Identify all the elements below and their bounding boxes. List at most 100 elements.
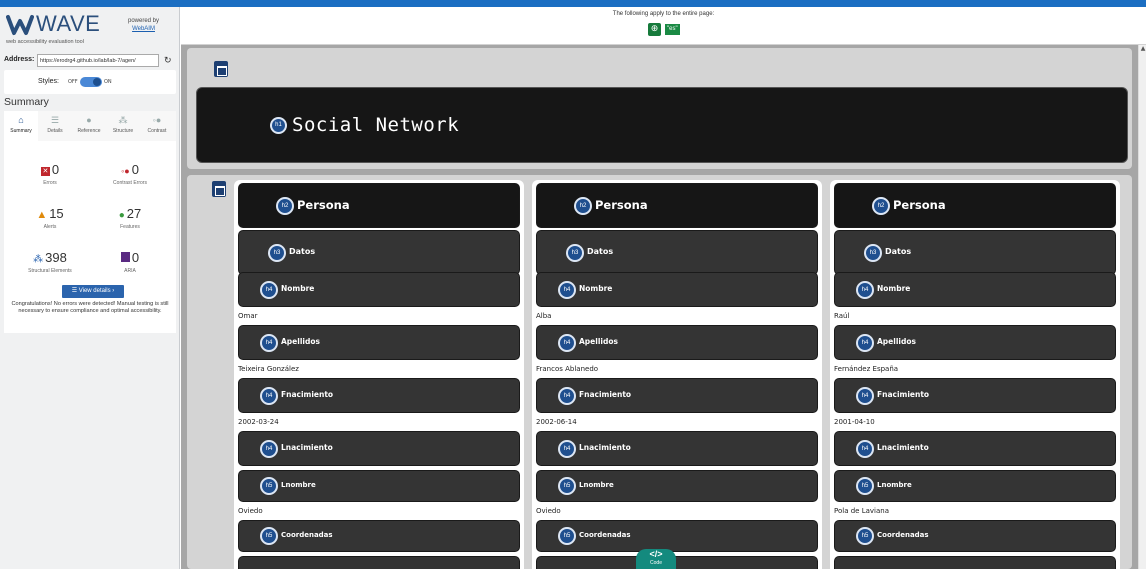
heading-next bbox=[834, 556, 1116, 569]
address-label: Address: bbox=[4, 56, 35, 63]
stat-structural[interactable]: ⁂ 398 Structural Elements bbox=[10, 249, 90, 274]
banner-text: The following apply to the entire page: bbox=[612, 11, 715, 17]
congrats-message: Congratulations! No errors were detected… bbox=[11, 301, 169, 314]
h4-icon[interactable]: h4 bbox=[558, 333, 576, 352]
code-toggle-button[interactable]: </> Code bbox=[636, 549, 676, 569]
h5-icon[interactable]: h5 bbox=[260, 477, 278, 495]
heading-persona: h2 Persona bbox=[834, 183, 1116, 228]
stat-alerts[interactable]: ▲ 15 Alerts bbox=[10, 205, 90, 230]
contrast-icon: ◦● bbox=[152, 115, 162, 125]
h4-icon[interactable]: h4 bbox=[856, 439, 874, 458]
heading-next bbox=[536, 556, 818, 569]
h3-icon[interactable]: h3 bbox=[268, 243, 286, 262]
tab-summary[interactable]: ⌂ Summary bbox=[4, 111, 38, 141]
language-icon[interactable]: ⊕ bbox=[648, 23, 661, 36]
h1-icon[interactable]: h1 bbox=[270, 117, 287, 134]
value-fnacimiento: 2002-03-24 bbox=[238, 418, 279, 426]
heading-nombre: h4 Nombre bbox=[834, 272, 1116, 307]
page-icons: ⊕ "es" bbox=[648, 23, 688, 37]
heading-nombre: h4 Nombre bbox=[238, 272, 520, 307]
h4-icon[interactable]: h4 bbox=[856, 333, 874, 352]
h4-icon[interactable]: h4 bbox=[260, 439, 278, 458]
wave-logo[interactable]: WAVE web accessibility evaluation tool p… bbox=[6, 11, 176, 49]
h4-icon[interactable]: h4 bbox=[558, 280, 576, 299]
tab-contrast[interactable]: ◦● Contrast bbox=[140, 111, 174, 141]
vertical-scrollbar[interactable]: ▲ bbox=[1138, 45, 1146, 569]
heading-lnombre: h5 Lnombre bbox=[834, 470, 1116, 502]
address-input[interactable]: https://erodrg4.github.io/lab/lab-7/agen… bbox=[37, 54, 159, 67]
h5-icon[interactable]: h5 bbox=[856, 527, 874, 545]
header-region: h1 Social Network bbox=[187, 48, 1132, 169]
styles-toggle[interactable] bbox=[80, 77, 102, 87]
styles-off-label: OFF bbox=[68, 79, 78, 85]
value-lnombre: Oviedo bbox=[238, 507, 263, 515]
h4-icon[interactable]: h4 bbox=[856, 280, 874, 299]
stat-features[interactable]: ● 27 Features bbox=[90, 205, 170, 230]
stat-contrast-errors[interactable]: ◦● 0 Contrast Errors bbox=[90, 161, 170, 186]
reload-icon[interactable]: ↻ bbox=[164, 55, 172, 66]
h3-icon[interactable]: h3 bbox=[864, 243, 882, 262]
h3-icon[interactable]: h3 bbox=[566, 243, 584, 262]
h5-icon[interactable]: h5 bbox=[856, 477, 874, 495]
error-icon: ✕ bbox=[40, 167, 50, 176]
person-card: h2 Persona h3 Datos h4 Nombre Omar h4 Ap… bbox=[234, 180, 524, 569]
value-lnombre: Oviedo bbox=[536, 507, 561, 515]
stat-aria[interactable]: 0 ARIA bbox=[90, 249, 170, 274]
value-apellidos: Francos Ablanedo bbox=[536, 365, 599, 373]
value-apellidos: Fernández España bbox=[834, 365, 899, 373]
heading-lnombre: h5 Lnombre bbox=[238, 470, 520, 502]
address-bar: Address: https://erodrg4.github.io/lab/l… bbox=[4, 54, 176, 68]
heading-lnacimiento: h4 Lnacimiento bbox=[834, 431, 1116, 466]
summary-heading: Summary bbox=[4, 96, 49, 108]
page-title: Social Network bbox=[292, 114, 460, 136]
styles-label: Styles: bbox=[38, 78, 60, 85]
value-nombre: Raúl bbox=[834, 312, 850, 320]
structure-icon: ⁂ bbox=[118, 115, 128, 125]
h5-icon[interactable]: h5 bbox=[558, 477, 576, 495]
styles-on-label: ON bbox=[104, 79, 112, 85]
value-nombre: Alba bbox=[536, 312, 552, 320]
main-landmark-icon[interactable] bbox=[212, 181, 226, 197]
h2-icon[interactable]: h2 bbox=[872, 196, 890, 215]
stat-errors[interactable]: ✕ 0 Errors bbox=[10, 161, 90, 186]
h4-icon[interactable]: h4 bbox=[260, 280, 278, 299]
heading-next bbox=[238, 556, 520, 569]
main-region: h2 Persona h3 Datos h4 Nombre Omar h4 Ap… bbox=[187, 175, 1132, 569]
h5-icon[interactable]: h5 bbox=[260, 527, 278, 545]
wave-sidebar: WAVE web accessibility evaluation tool p… bbox=[0, 7, 180, 569]
view-details-button[interactable]: ☰ View details › bbox=[62, 285, 124, 298]
header-landmark-icon[interactable] bbox=[214, 61, 228, 77]
heading-lnombre: h5 Lnombre bbox=[536, 470, 818, 502]
value-fnacimiento: 2001-04-10 bbox=[834, 418, 875, 426]
h4-icon[interactable]: h4 bbox=[558, 386, 576, 405]
tab-structure[interactable]: ⁂ Structure bbox=[106, 111, 140, 141]
logo-subtitle: web accessibility evaluation tool bbox=[6, 39, 84, 45]
heading-lnacimiento: h4 Lnacimiento bbox=[536, 431, 818, 466]
scroll-up-arrow-icon[interactable]: ▲ bbox=[1139, 45, 1146, 53]
wave-logo-icon bbox=[6, 15, 34, 35]
heading-datos: h3 Datos bbox=[536, 230, 818, 275]
heading-coordenadas: h5 Coordenadas bbox=[238, 520, 520, 552]
heading-datos: h3 Datos bbox=[238, 230, 520, 275]
webaim-link[interactable]: WebAIM bbox=[128, 25, 159, 33]
heading-coordenadas: h5 Coordenadas bbox=[834, 520, 1116, 552]
language-badge[interactable]: "es" bbox=[665, 24, 680, 35]
toggle-knob bbox=[93, 78, 101, 86]
list-icon: ☰ bbox=[50, 115, 60, 125]
h4-icon[interactable]: h4 bbox=[260, 333, 278, 352]
heading-nombre: h4 Nombre bbox=[536, 272, 818, 307]
tab-details[interactable]: ☰ Details bbox=[38, 111, 72, 141]
value-fnacimiento: 2002-06-14 bbox=[536, 418, 577, 426]
heading-fnacimiento: h4 Fnacimiento bbox=[536, 378, 818, 413]
tab-reference[interactable]: ● Reference bbox=[72, 111, 106, 141]
heading-datos: h3 Datos bbox=[834, 230, 1116, 275]
contrast-error-icon: ◦● bbox=[121, 166, 130, 176]
h5-icon[interactable]: h5 bbox=[558, 527, 576, 545]
h4-icon[interactable]: h4 bbox=[558, 439, 576, 458]
h4-icon[interactable]: h4 bbox=[260, 386, 278, 405]
h4-icon[interactable]: h4 bbox=[856, 386, 874, 405]
summary-panel: ✕ 0 Errors ◦● 0 Contrast Errors ▲ 15 Alerts… bbox=[4, 141, 176, 333]
heading-fnacimiento: h4 Fnacimiento bbox=[238, 378, 520, 413]
h2-icon[interactable]: h2 bbox=[276, 196, 294, 215]
h2-icon[interactable]: h2 bbox=[574, 196, 592, 215]
